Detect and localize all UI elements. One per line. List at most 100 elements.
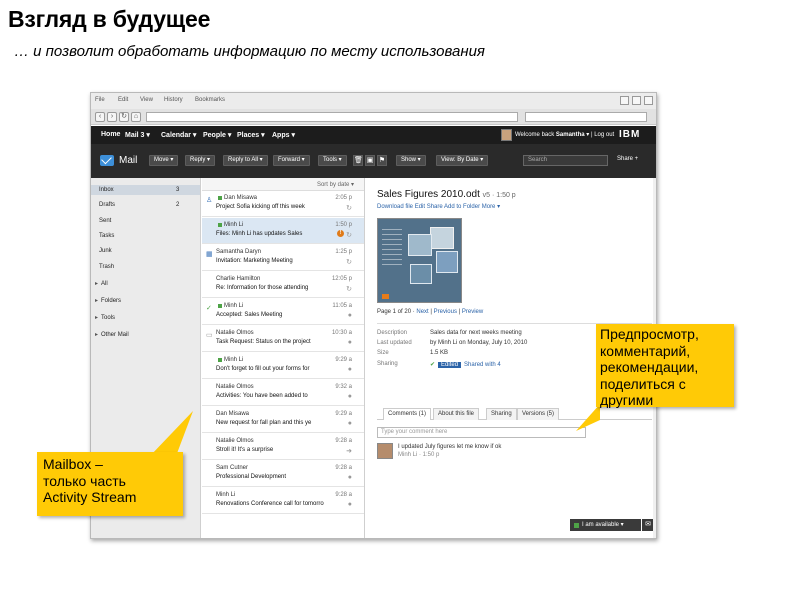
back-icon[interactable]: ‹ <box>95 112 105 122</box>
dot-icon: ● <box>347 420 352 427</box>
minimize-icon[interactable] <box>620 96 629 105</box>
menu-view[interactable]: View <box>140 97 153 103</box>
nav-places[interactable]: Places ▾ <box>237 131 265 139</box>
sidebar-group-other-mail[interactable]: ▸ Other Mail <box>95 331 129 338</box>
callout-preview: Предпросмотр, комментарий, рекомендации,… <box>596 324 734 408</box>
list-item[interactable]: Charlie Hamilton Re: Information for tho… <box>202 272 364 298</box>
forward-button[interactable]: Forward ▾ <box>273 155 310 166</box>
browser-search-input[interactable] <box>525 112 647 122</box>
list-item[interactable]: ▦ Samantha Daryn Invitation: Marketing M… <box>202 245 364 271</box>
sidebar-item-drafts[interactable]: Drafts 2 <box>99 202 194 208</box>
sidebar-item-inbox[interactable]: Inbox 3 <box>91 185 200 195</box>
flag-icon[interactable]: ⚑ <box>377 155 387 166</box>
refresh-icon[interactable]: ↻ <box>346 258 352 266</box>
list-item[interactable]: Natalie Olmos Stroll it! It's a surprise… <box>202 434 364 460</box>
nav-home[interactable]: Home <box>101 131 120 138</box>
menu-bookmarks[interactable]: Bookmarks <box>195 97 225 103</box>
nav-calendar[interactable]: Calendar ▾ <box>161 131 196 139</box>
maximize-icon[interactable] <box>632 96 641 105</box>
menu-edit[interactable]: Edit <box>118 97 128 103</box>
message-sender: Samantha Daryn <box>216 249 262 255</box>
dot-icon: ● <box>347 501 352 508</box>
sidebar-item-trash[interactable]: Trash <box>99 264 114 270</box>
forward-icon[interactable]: ➜ <box>346 447 352 455</box>
message-time: 9:32 a <box>335 384 352 390</box>
tab-about[interactable]: About this file <box>433 408 480 420</box>
user-avatar[interactable] <box>501 129 512 141</box>
list-item[interactable]: Minh Li Don't forget to fill out your fo… <box>202 353 364 379</box>
list-item[interactable]: ✓ Minh Li Accepted: Sales Meeting 11:05 … <box>202 299 364 325</box>
tab-sharing[interactable]: Sharing <box>486 408 517 420</box>
list-item[interactable]: Sam Cutner Professional Development 9:28… <box>202 461 364 487</box>
refresh-icon[interactable]: ↻ <box>346 204 352 212</box>
refresh-icon[interactable]: ↻ <box>346 285 352 293</box>
sidebar-item-label: Drafts <box>99 202 116 208</box>
sidebar-group-folders[interactable]: ▸ Folders <box>95 297 121 304</box>
welcome-prefix: Welcome back <box>515 132 555 138</box>
message-subject: Task Request: Status on the project <box>216 339 311 345</box>
close-icon[interactable] <box>644 96 653 105</box>
list-item[interactable]: Minh Li Renovations Conference call for … <box>202 488 364 514</box>
top-navbar: Home Mail 3 ▾ Calendar ▾ People ▾ Places… <box>91 126 656 144</box>
move-button[interactable]: Move ▾ <box>149 155 179 166</box>
unread-icon <box>218 196 222 200</box>
sort-dropdown[interactable]: Sort by date ▾ <box>317 181 354 188</box>
sidebar-group-tools[interactable]: ▸ Tools <box>95 314 115 321</box>
nav-apps[interactable]: Apps ▾ <box>272 131 295 139</box>
next-page-link[interactable]: Next <box>416 309 428 315</box>
sidebar-item-junk[interactable]: Junk <box>99 248 112 254</box>
delete-icon[interactable]: 🗑 <box>353 155 363 166</box>
comment-input[interactable]: Type your comment here <box>377 427 586 438</box>
tab-comments[interactable]: Comments (1) <box>383 408 432 420</box>
status-button[interactable]: I am available ▾ <box>570 519 641 531</box>
url-input[interactable] <box>146 112 518 122</box>
sidebar-group-label: Other Mail <box>101 332 129 338</box>
logout-link[interactable]: Log out <box>594 132 614 138</box>
file-actions[interactable]: Download file Edit Share Add to Folder M… <box>377 203 500 210</box>
nav-people[interactable]: People ▾ <box>203 131 231 139</box>
show-button[interactable]: Show ▾ <box>396 155 426 166</box>
refresh-icon[interactable]: ↻ <box>346 231 352 239</box>
reply-button[interactable]: Reply ▾ <box>185 155 216 166</box>
reload-icon[interactable]: ↻ <box>119 112 129 122</box>
list-item[interactable]: ♙ Dan Misawa Project Sofia kicking off t… <box>202 191 364 217</box>
message-time: 9:28 a <box>335 492 352 498</box>
drafts-count: 2 <box>176 202 180 208</box>
view-by-date-button[interactable]: View: By Date ▾ <box>436 155 489 166</box>
menu-history[interactable]: History <box>164 97 183 103</box>
avatar <box>377 443 393 459</box>
menu-file[interactable]: File <box>95 97 105 103</box>
file-version: v5 · 1:50 p <box>482 192 516 199</box>
document-thumbnail[interactable] <box>377 218 462 303</box>
thumbnail-photo <box>410 264 432 284</box>
share-button[interactable]: Share + <box>613 155 642 166</box>
message-time: 11:05 a <box>332 303 352 309</box>
sidebar-group-label: Tools <box>101 315 116 321</box>
reply-all-button[interactable]: Reply to All ▾ <box>223 155 268 166</box>
tab-versions[interactable]: Versions (5) <box>517 408 560 420</box>
expand-icon: ▸ <box>95 298 99 304</box>
list-item[interactable]: ▭ Natalie Olmos Task Request: Status on … <box>202 326 364 352</box>
message-list: Sort by date ▾ ♙ Dan Misawa Project Sofi… <box>202 178 365 538</box>
sidebar-item-tasks[interactable]: Tasks <box>99 233 114 239</box>
list-item[interactable]: Minh Li Files: Minh Li has updates Sales… <box>202 218 364 244</box>
welcome-name[interactable]: Samantha <box>556 132 585 138</box>
previous-page-link[interactable]: Previous <box>434 309 457 315</box>
sidebar-item-sent[interactable]: Sent <box>99 218 111 224</box>
forward-icon[interactable]: › <box>107 112 117 122</box>
mail-search-input[interactable]: Search ⚲ <box>523 155 608 166</box>
archive-icon[interactable]: ▣ <box>365 155 375 166</box>
edited-tag[interactable]: Edited <box>438 362 462 368</box>
list-item[interactable]: Natalie Olmos Activities: You have been … <box>202 380 364 406</box>
comment-meta: Minh Li · 1:50 p <box>398 452 440 458</box>
callout-text: Предпросмотр, комментарий, рекомендации,… <box>600 326 699 408</box>
message-sender: Sam Cutner <box>216 465 249 471</box>
nav-mail[interactable]: Mail 3 ▾ <box>125 131 150 139</box>
home-icon[interactable]: ⌂ <box>131 112 141 122</box>
sidebar-group-all[interactable]: ▸ All <box>95 280 108 287</box>
shared-with-link[interactable]: Shared with 4 <box>464 362 501 368</box>
list-item[interactable]: Dan Misawa New request for fall plan and… <box>202 407 364 433</box>
message-time: 12:05 p <box>331 276 352 282</box>
tools-button[interactable]: Tools ▾ <box>318 155 347 166</box>
preview-link[interactable]: Preview <box>462 309 483 315</box>
